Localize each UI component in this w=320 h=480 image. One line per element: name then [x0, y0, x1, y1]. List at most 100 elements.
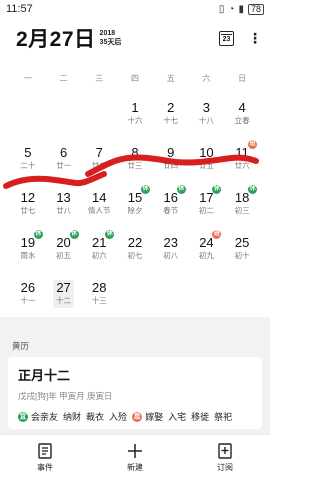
day-number: 13 [56, 190, 71, 205]
day-cell[interactable]: 14 情人节 [81, 178, 117, 223]
day-cell[interactable]: 21 初六休 [81, 223, 117, 268]
header-days-later: 35天后 [99, 39, 122, 46]
subscribe-icon [218, 442, 232, 459]
weekday-label: 四 [130, 73, 139, 83]
lunar-date: 初九 [198, 251, 214, 260]
header-date[interactable]: 2月27日 [16, 23, 96, 53]
lunar-date: 廿一 [56, 161, 72, 170]
lunar-date: 十七 [163, 116, 179, 125]
empty-cell [117, 268, 153, 313]
weekday-label: 五 [166, 73, 175, 83]
day-content: 4 立春 [232, 100, 253, 128]
day-content: 15 除夕 [124, 190, 145, 218]
empty-cell [46, 88, 82, 133]
new-event-button[interactable]: 新建 [105, 443, 165, 473]
lunar-date: 初三 [234, 206, 250, 215]
lunar-date: 初八 [163, 251, 179, 260]
almanac-card[interactable]: 正月十二 戊戌[狗]年 甲寅月 庚寅日 宜 会亲友 纳财 裁衣 入殓 忌 嫁娶 … [8, 357, 262, 429]
holiday-badge: 休 [69, 230, 79, 239]
day-cell[interactable]: 8 廿三 [117, 133, 153, 178]
weekday-label: 六 [202, 73, 211, 83]
day-cell[interactable]: 19 雨水 休 [10, 223, 46, 268]
day-cell[interactable]: 12 廿七 [10, 178, 46, 223]
day-cell[interactable]: 4 立春 [224, 88, 260, 133]
today-calendar-icon[interactable]: 23 [219, 30, 234, 46]
vibrate-icon: ▯ [218, 3, 225, 15]
plus-icon [127, 443, 143, 459]
day-cell[interactable]: 2 十七 [153, 88, 189, 133]
subscribe-button[interactable]: 订阅 [195, 442, 255, 473]
day-cell[interactable]: 3 十八 [189, 88, 225, 133]
day-cell[interactable]: 13 廿八 [46, 178, 82, 223]
empty-cell [153, 268, 189, 313]
day-content: 13 廿八 [53, 190, 74, 218]
day-cell[interactable]: 24 初九班 [189, 223, 225, 268]
yi-item: 裁衣 [86, 412, 105, 422]
day-number: 9 [167, 145, 175, 160]
status-time: 11:57 [6, 3, 33, 15]
lunar-date: 初二 [198, 206, 214, 215]
day-cell[interactable]: 9 廿四 [153, 133, 189, 178]
holiday-badge: 休 [248, 185, 258, 194]
lunar-date: 十二 [56, 296, 72, 305]
day-cell[interactable]: 15 除夕休 [117, 178, 153, 223]
almanac-section-title: 黄历 [0, 339, 270, 353]
day-cell[interactable]: 11 廿六班 [224, 133, 260, 178]
lunar-date: 立春 [234, 116, 250, 125]
status-bar: 11:57 ▯ ◔ ▮ 78 [0, 0, 270, 18]
almanac-yiji-row: 宜 会亲友 纳财 裁衣 入殓 忌 嫁娶 入宅 移徙 祭祀 [18, 410, 252, 423]
more-menu-icon[interactable]: ⋮ [248, 30, 262, 47]
day-cell[interactable]: 18 初三休 [224, 178, 260, 223]
lunar-date: 十一 [20, 296, 36, 305]
day-cell[interactable]: 22 初七 [117, 223, 153, 268]
day-number: 4 [238, 100, 246, 115]
workday-badge: 班 [248, 140, 258, 149]
day-cell[interactable]: 7 廿二 [81, 133, 117, 178]
day-cell[interactable]: 28 十三 [81, 268, 117, 313]
day-content: 2 十七 [160, 100, 181, 128]
day-cell[interactable]: 10 廿五 [189, 133, 225, 178]
weekday-label: 一 [23, 73, 32, 83]
day-content: 9 廿四 [160, 145, 181, 173]
day-content: 10 廿五 [196, 145, 217, 173]
day-cell[interactable]: 26 十一 [10, 268, 46, 313]
yi-item: 会亲友 [31, 412, 59, 422]
day-cell[interactable]: 23 初八 [153, 223, 189, 268]
lunar-date: 情人节 [88, 206, 111, 215]
ji-item: 移徙 [191, 412, 210, 422]
almanac-ganzhi: 戊戌[狗]年 甲寅月 庚寅日 [18, 391, 113, 401]
ji-item: 嫁娶 [145, 412, 164, 422]
day-cell[interactable]: 5 二十 [10, 133, 46, 178]
lunar-date: 十六 [127, 116, 143, 125]
day-content: 17 初二 [196, 190, 217, 218]
holiday-badge: 休 [33, 230, 43, 239]
lunar-date: 初五 [56, 251, 72, 260]
day-number: 6 [59, 145, 68, 160]
lunar-date: 雨水 [20, 251, 36, 260]
events-button[interactable]: 事件 [15, 442, 75, 473]
day-number: 19 [20, 235, 36, 250]
day-cell[interactable]: 27 十二 [46, 268, 82, 313]
day-cell[interactable]: 6 廿一 [46, 133, 82, 178]
header-sub: 2018 35天后 [100, 29, 122, 47]
day-content: 6 廿一 [53, 145, 74, 173]
day-number: 5 [24, 145, 32, 160]
day-number: 20 [56, 235, 71, 250]
day-cell[interactable]: 25 初十 [224, 223, 260, 268]
day-number: 11 [235, 145, 249, 160]
day-number: 26 [20, 280, 36, 295]
day-cell[interactable]: 20 初五 休 [46, 223, 82, 268]
subscribe-label: 订阅 [217, 462, 233, 472]
day-number: 25 [234, 235, 250, 250]
day-number: 28 [92, 280, 107, 295]
day-cell[interactable]: 16 春节休 [153, 178, 189, 223]
day-content: 22 初七 [124, 235, 145, 263]
events-list-icon [38, 442, 52, 459]
day-cell[interactable]: 1 十六 [117, 88, 153, 133]
day-content: 8 廿三 [124, 145, 145, 173]
day-cell[interactable]: 17 初二休 [189, 178, 225, 223]
lunar-date: 十八 [198, 116, 214, 125]
lunar-date: 廿八 [56, 206, 72, 215]
lunar-date: 春节 [163, 206, 179, 215]
selected-day-highlight: 27 十二 [53, 280, 75, 308]
